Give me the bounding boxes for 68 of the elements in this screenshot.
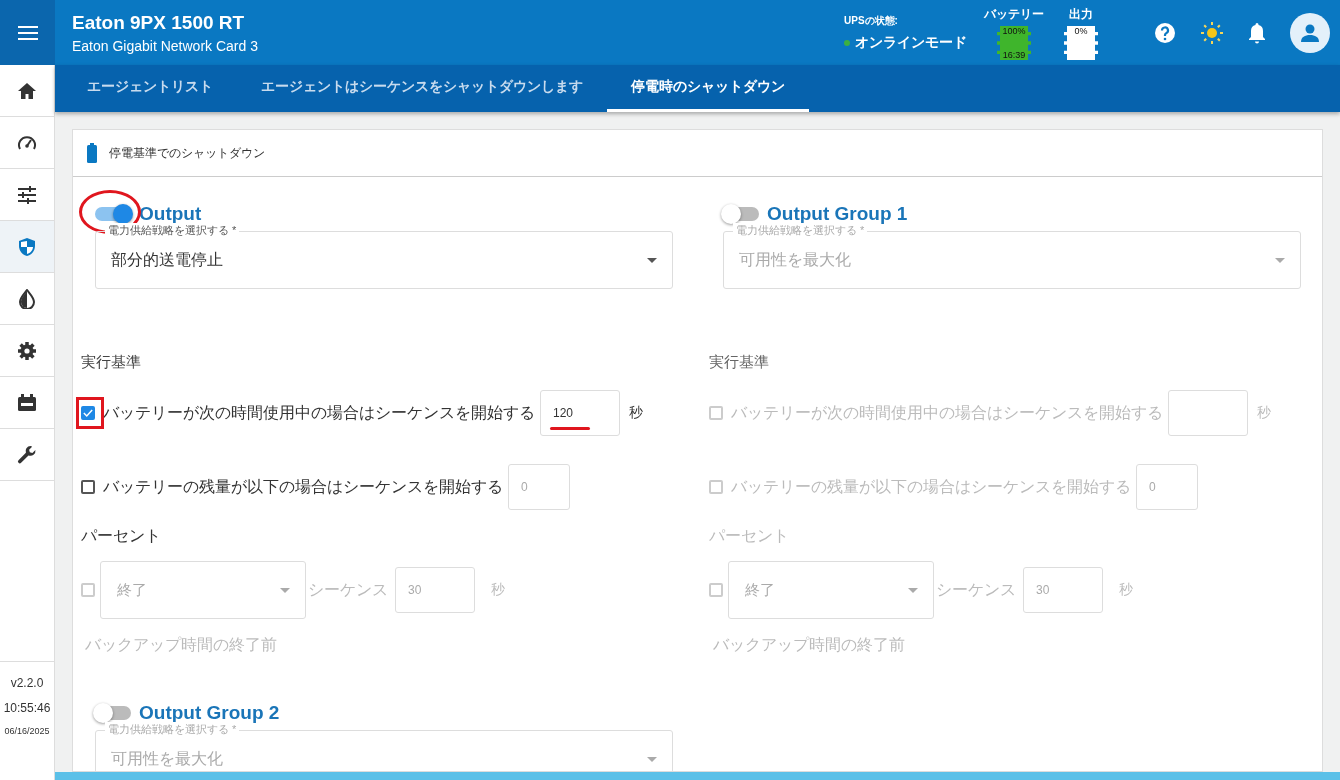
criteria-heading: 実行基準 <box>709 353 770 372</box>
wrench-icon <box>17 444 37 465</box>
dropdown-caret-icon <box>647 756 657 762</box>
field-label: 電力供給戦略を選択する * <box>733 223 868 237</box>
unit-label: 秒 <box>1257 404 1271 422</box>
battery-label: バッテリー <box>984 6 1044 23</box>
clock-time: 10:55:46 <box>2 701 52 715</box>
device-subtitle: Eaton Gigabit Network Card 3 <box>72 37 259 54</box>
field-label: 電力供給戦略を選択する * <box>105 223 240 237</box>
rule-label: バッテリーが次の時間使用中の場合はシーケンスを開始する <box>731 402 1163 423</box>
battery-runtime: 16:39 <box>1002 50 1026 60</box>
sequence-label: シーケンス <box>936 579 1016 600</box>
checkbox[interactable] <box>81 480 95 494</box>
field-label: 電力供給戦略を選択する * <box>105 722 240 736</box>
group-title: Output Group 1 <box>767 203 908 225</box>
menu-button[interactable] <box>0 0 55 65</box>
drop-icon <box>19 288 35 309</box>
theme-button[interactable] <box>1200 20 1224 45</box>
sequence-label: シーケンス <box>308 579 388 600</box>
battery-icon <box>87 143 97 163</box>
caption-text: バックアップ時間の終了前 <box>713 635 906 655</box>
unit-label: 秒 <box>491 581 505 599</box>
card-title: 停電基準でのシャットダウン <box>109 144 265 162</box>
checkbox[interactable] <box>81 406 95 420</box>
ups-status-label: UPSの状態: <box>844 13 899 28</box>
sun-icon <box>1200 20 1224 45</box>
dropdown-caret-icon <box>908 587 918 593</box>
gear-icon <box>17 340 37 361</box>
criteria-heading: 実行基準 <box>81 353 142 372</box>
notifications-button[interactable] <box>1248 21 1266 44</box>
help-icon <box>1154 21 1176 44</box>
number-field[interactable]: 120 <box>540 390 620 436</box>
gauge-icon <box>17 133 37 152</box>
output-label: 出力 <box>1069 6 1093 23</box>
dropdown-caret-icon <box>280 587 290 593</box>
number-field[interactable]: 0 <box>508 464 570 510</box>
dropdown-caret-icon <box>1275 257 1285 263</box>
sliders-icon <box>17 185 37 204</box>
menu-icon <box>17 24 38 41</box>
user-icon <box>1300 22 1320 43</box>
toggle-switch[interactable] <box>95 706 131 720</box>
tab[interactable]: エージェントはシーケンスをシャットダウンします <box>237 65 607 112</box>
user-avatar[interactable] <box>1290 12 1330 53</box>
toggle-switch[interactable] <box>95 207 131 221</box>
caption-text: パーセント <box>81 526 162 546</box>
rule-label: バッテリーの残量が以下の場合はシーケンスを開始する <box>103 476 503 497</box>
toggle-switch[interactable] <box>723 207 759 221</box>
bell-icon <box>1248 21 1266 44</box>
home-icon <box>17 81 37 100</box>
ups-status-value: オンラインモード <box>855 33 967 52</box>
tab[interactable]: 停電時のシャットダウン <box>607 65 809 112</box>
device-title: Eaton 9PX 1500 RT <box>72 11 246 34</box>
rule-label: バッテリーの残量が以下の場合はシーケンスを開始する <box>731 476 1131 497</box>
rule-label: バッテリーが次の時間使用中の場合はシーケンスを開始する <box>103 402 535 423</box>
dropdown-caret-icon <box>647 257 657 263</box>
shield-icon <box>18 236 36 257</box>
help-button[interactable] <box>1154 21 1176 44</box>
clock-date: 06/16/2025 <box>3 726 51 736</box>
battery-charge: 100% <box>1002 26 1026 36</box>
tab[interactable]: エージェントリスト <box>63 65 237 112</box>
ups-device-icon <box>17 393 37 412</box>
unit-label: 秒 <box>629 404 643 422</box>
output-load: 0% <box>1074 26 1088 36</box>
caption-text: バックアップ時間の終了前 <box>85 635 278 655</box>
caption-text: パーセント <box>709 526 790 546</box>
group-title: Output Group 2 <box>139 702 280 724</box>
version-text: v2.2.0 <box>9 676 45 690</box>
unit-label: 秒 <box>1119 581 1133 599</box>
